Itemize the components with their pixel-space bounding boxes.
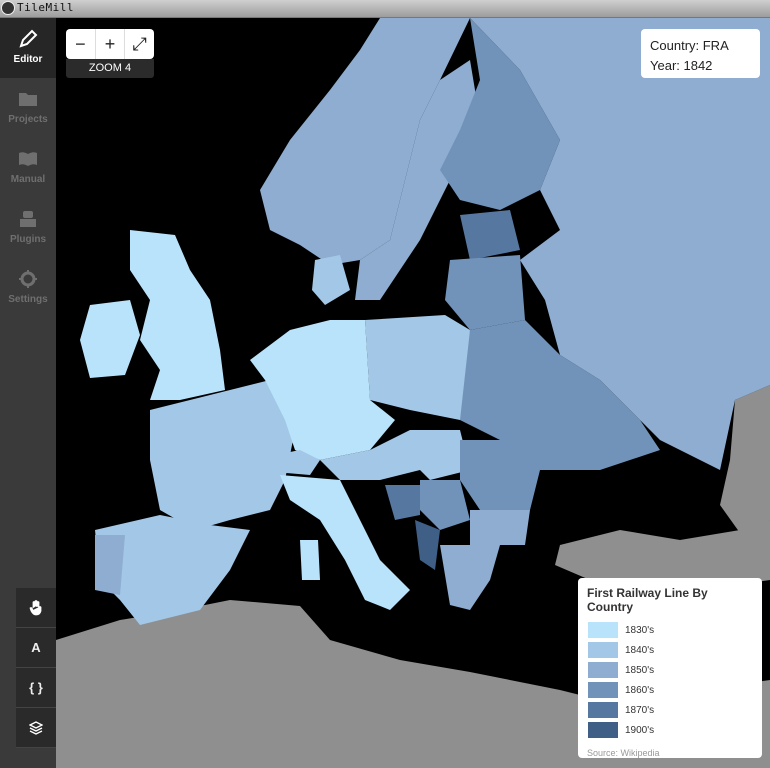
sardinia-region	[300, 540, 320, 580]
sidebar-item-manual[interactable]: Manual	[0, 138, 56, 198]
legend-label: 1870's	[625, 704, 655, 716]
sidebar-item-label: Editor	[13, 54, 43, 65]
legend-label: 1850's	[625, 664, 655, 676]
sidebar-item-editor[interactable]: Editor	[0, 18, 56, 78]
legend-swatch	[587, 641, 619, 659]
window-title: TileMill	[17, 1, 74, 14]
bulgaria-region	[470, 510, 530, 545]
window-titlebar: TileMill	[0, 0, 770, 18]
text-tool-button[interactable]: A	[16, 628, 56, 668]
gear-icon	[19, 270, 37, 288]
legend-label: 1830's	[625, 624, 655, 636]
montenegro-albania-region	[415, 520, 440, 570]
legend-item: 1860's	[587, 680, 753, 700]
legend-item: 1900's	[587, 720, 753, 740]
fullscreen-button[interactable]: ⤢	[125, 29, 154, 59]
ireland-region	[80, 300, 140, 378]
serbia-region	[420, 480, 470, 530]
legend-label: 1900's	[625, 724, 655, 736]
greece-region	[440, 545, 500, 610]
legend-label: 1840's	[625, 644, 655, 656]
legend-swatch	[587, 701, 619, 719]
legend-source: Source: Wikipedia	[587, 748, 660, 758]
layers-icon	[29, 720, 43, 735]
sidebar-item-projects[interactable]: Projects	[0, 78, 56, 138]
zoom-in-button[interactable]: +	[96, 29, 126, 59]
uk-region	[130, 230, 225, 400]
legend-item: 1850's	[587, 660, 753, 680]
code-tool-button[interactable]: { }	[16, 668, 56, 708]
legend-item: 1830's	[587, 620, 753, 640]
pan-tool-button[interactable]	[16, 588, 56, 628]
legend-swatch	[587, 721, 619, 739]
legend-swatch	[587, 681, 619, 699]
sidebar-item-label: Projects	[8, 114, 48, 125]
legend-swatch	[587, 661, 619, 679]
map-legend: First Railway Line By Country 1830's 184…	[578, 578, 762, 758]
plugin-icon	[20, 211, 36, 227]
tooltip-year: Year: 1842	[650, 58, 713, 73]
legend-title: First Railway Line By Country	[587, 586, 708, 614]
feature-tooltip: Country: FRA Year: 1842	[641, 29, 760, 78]
france-region	[150, 380, 295, 530]
sidebar-item-settings[interactable]: Settings	[0, 258, 56, 318]
book-icon	[19, 152, 37, 166]
zoom-controls: − + ⤢	[66, 29, 154, 59]
poland-region	[365, 315, 470, 420]
sidebar-item-plugins[interactable]: Plugins	[0, 198, 56, 258]
tilemill-logo-icon	[1, 1, 15, 15]
legend-item: 1840's	[587, 640, 753, 660]
bosnia-region	[385, 485, 420, 520]
portugal-region	[95, 535, 125, 595]
estonia-region	[460, 210, 520, 260]
legend-swatch	[587, 621, 619, 639]
sidebar-item-label: Manual	[10, 174, 46, 185]
layers-tool-button[interactable]	[16, 708, 56, 748]
tooltip-country: Country: FRA	[650, 38, 729, 53]
sidebar-item-label: Plugins	[9, 234, 47, 245]
zoom-out-button[interactable]: −	[66, 29, 96, 59]
zoom-level-label: ZOOM 4	[66, 59, 154, 78]
legend-label: 1860's	[625, 684, 655, 696]
sidebar-item-label: Settings	[8, 294, 48, 305]
latvia-lithuania-region	[445, 255, 525, 330]
pencil-icon	[19, 29, 38, 48]
legend-item: 1870's	[587, 700, 753, 720]
folder-icon	[19, 93, 37, 106]
hand-icon	[29, 599, 42, 615]
